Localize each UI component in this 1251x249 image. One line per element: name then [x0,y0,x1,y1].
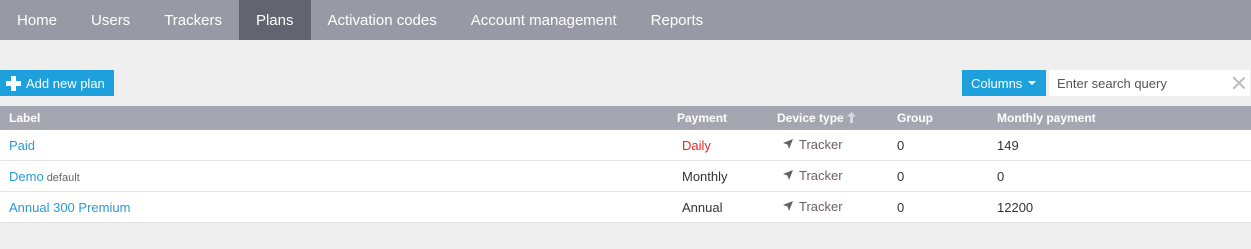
clear-search-icon[interactable] [1232,76,1246,90]
header-group[interactable]: Group [897,106,997,130]
search-box [1049,70,1250,96]
nav-trackers[interactable]: Trackers [147,0,239,40]
payment-period: Monthly [682,168,728,184]
header-payment[interactable]: Payment [677,106,777,130]
nav-plans[interactable]: Plans [238,0,311,40]
columns-label: Columns [971,75,1023,91]
table-header-row: Label Payment Device type Group Monthly … [0,106,1251,130]
monthly-payment-value: 149 [997,130,1251,161]
plan-link[interactable]: Annual 300 Premium [9,200,130,215]
add-new-plan-label: Add new plan [26,75,105,91]
monthly-payment-value: 12200 [997,191,1251,223]
add-new-plan-button[interactable]: Add new plan [0,70,114,96]
table-row: Demo default Monthly Tracker 0 0 [0,160,1251,192]
device-type-label: Tracker [799,198,843,214]
device-type: Tracker [782,168,843,183]
monthly-payment-value: 0 [997,160,1251,192]
table-row: Annual 300 Premium Annual Tracker 0 1220… [0,191,1251,223]
default-badge: default [46,171,80,184]
header-device-type[interactable]: Device type [777,106,897,130]
header-device-type-label: Device type [777,111,844,125]
sort-ascending-icon [846,112,856,123]
location-arrow-icon [783,139,793,150]
header-monthly-payment[interactable]: Monthly payment [997,106,1251,130]
device-type: Tracker [782,137,843,152]
nav-account-management[interactable]: Account management [454,0,634,40]
nav-home[interactable]: Home [0,0,74,40]
header-label[interactable]: Label [0,106,677,130]
payment-period: Annual [682,199,723,215]
location-arrow-icon [783,170,793,181]
columns-button[interactable]: Columns [962,70,1047,96]
device-type-label: Tracker [799,136,843,152]
payment-period: Daily [682,137,711,153]
toolbar: Add new plan Columns [0,40,1251,106]
table-row: Paid Daily Tracker 0 149 [0,130,1251,161]
group-value: 0 [897,160,997,192]
top-nav: Home Users Trackers Plans Activation cod… [0,0,1251,40]
nav-activation-codes[interactable]: Activation codes [311,0,454,40]
group-value: 0 [897,130,997,161]
device-type: Tracker [782,199,843,214]
plans-table: Label Payment Device type Group Monthly … [0,106,1251,223]
search-input[interactable] [1049,70,1227,96]
plus-icon [6,75,21,91]
nav-users[interactable]: Users [74,0,147,40]
caret-down-icon [1028,81,1037,85]
nav-reports[interactable]: Reports [634,0,721,40]
plan-link[interactable]: Paid [9,138,35,153]
device-type-label: Tracker [799,167,843,183]
plan-link[interactable]: Demo [9,169,44,184]
location-arrow-icon [783,201,793,212]
group-value: 0 [897,191,997,223]
